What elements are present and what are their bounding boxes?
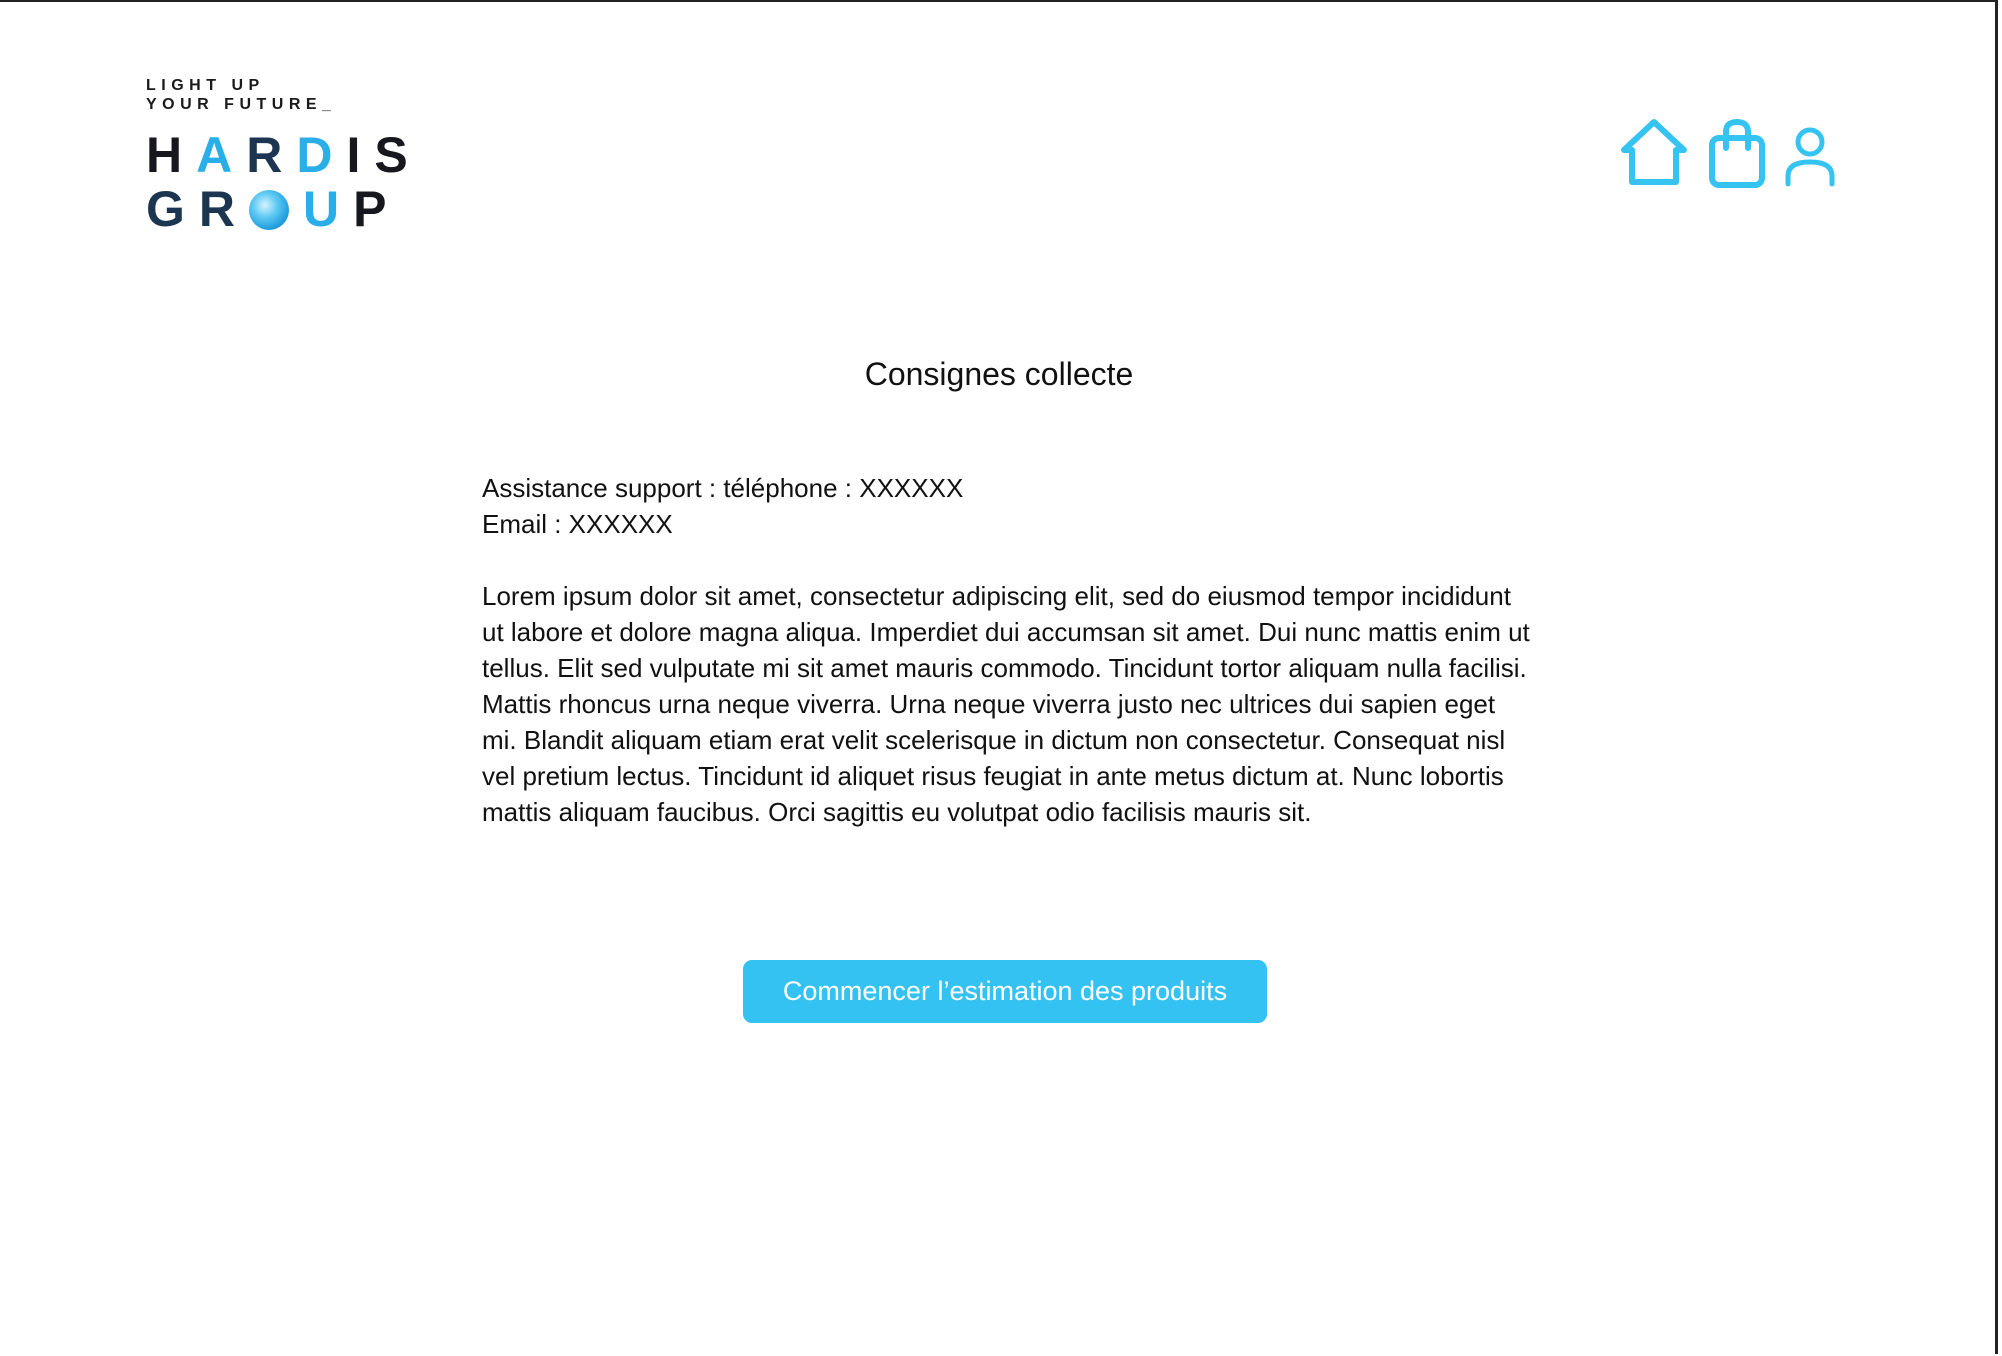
home-icon[interactable] bbox=[1618, 116, 1690, 188]
support-phone: Assistance support : téléphone : XXXXXX bbox=[482, 473, 964, 503]
instructions-content: Assistance support : téléphone : XXXXXX … bbox=[482, 470, 1532, 830]
page-title: Consignes collecte bbox=[864, 356, 1134, 392]
start-estimation-button[interactable]: Commencer l’estimation des produits bbox=[743, 960, 1267, 1023]
instructions-body: Lorem ipsum dolor sit amet, consectetur … bbox=[482, 581, 1530, 827]
logo-wordmark: HARDIS GR UP bbox=[146, 127, 422, 237]
user-icon[interactable] bbox=[1784, 126, 1836, 188]
logo-line-group: GR UP bbox=[146, 181, 401, 237]
logo-line-hardis: HARDIS bbox=[146, 127, 422, 183]
logo-tagline: LIGHT UP YOUR FUTURE_ bbox=[146, 77, 337, 113]
logo-orb-icon bbox=[249, 190, 290, 230]
hardis-group-logo[interactable]: LIGHT UP YOUR FUTURE_ HARDIS GR UP bbox=[146, 76, 408, 236]
support-email: Email : XXXXXX bbox=[482, 509, 673, 539]
header-nav bbox=[1618, 112, 1836, 188]
shopping-bag-icon[interactable] bbox=[1708, 118, 1766, 188]
